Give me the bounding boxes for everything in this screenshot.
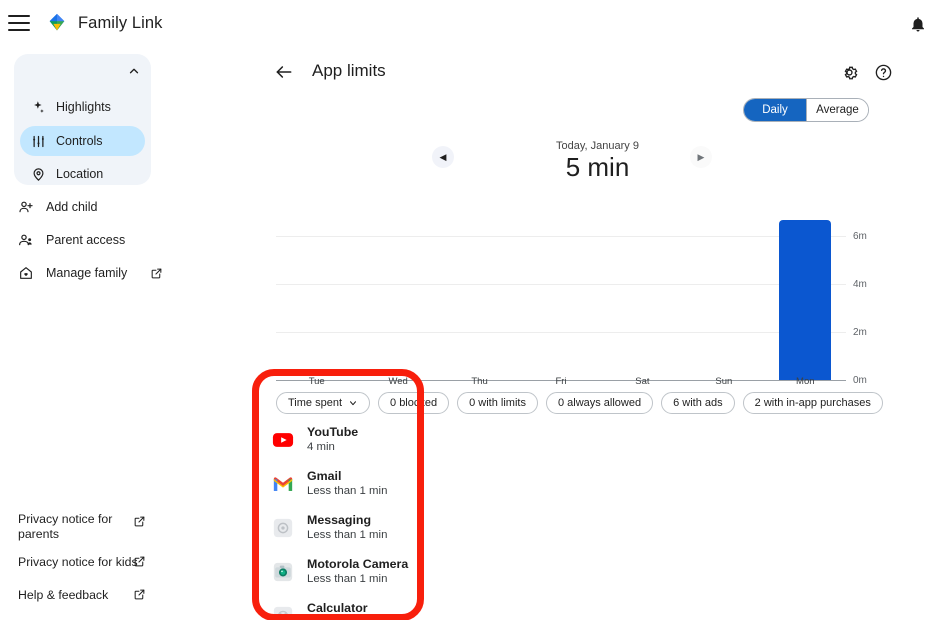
- open-in-new-icon: [133, 555, 146, 568]
- brand-title: Family Link: [78, 13, 163, 32]
- sidebar-link-help-feedback[interactable]: Help & feedback: [18, 588, 238, 603]
- sidebar: Highlights Controls Location Add child P…: [0, 46, 250, 620]
- help-circle-icon[interactable]: [874, 63, 893, 82]
- chip-with-limits[interactable]: 0 with limits: [457, 392, 538, 414]
- open-in-new-icon: [150, 267, 163, 280]
- app-usage-time: 4 min: [307, 440, 335, 453]
- app-list-item[interactable]: Messaging Less than 1 min: [272, 506, 440, 550]
- app-name: Messaging: [307, 513, 372, 528]
- chip-time-spent[interactable]: Time spent: [276, 392, 371, 414]
- x-tick-label: Tue: [308, 376, 325, 387]
- top-app-bar: Family Link: [0, 0, 945, 46]
- total-time-value: 5 min: [565, 152, 630, 182]
- chevron-down-icon: [348, 398, 358, 408]
- family-link-app-window: Family Link Highlights Controls Location…: [0, 0, 945, 620]
- x-tick-label: Sun: [715, 376, 733, 387]
- tune-sliders-icon: [30, 133, 46, 149]
- y-tick-label: 4m: [853, 279, 867, 290]
- page-title: App limits: [312, 61, 386, 80]
- app-usage-time: 0 min: [307, 616, 368, 620]
- sidebar-item-controls[interactable]: Controls: [20, 126, 145, 156]
- chip-blocked[interactable]: 0 blocked: [378, 392, 450, 414]
- location-pin-icon: [30, 166, 46, 182]
- sidebar-item-label: Highlights: [56, 100, 111, 114]
- sidebar-link-add-child[interactable]: Add child: [18, 194, 243, 220]
- app-list-item[interactable]: YouTube 4 min: [272, 418, 440, 462]
- gmail-icon: [272, 473, 294, 495]
- gridline-6m: [276, 236, 846, 237]
- y-tick-label: 6m: [853, 231, 867, 242]
- app-name: Calculator: [307, 601, 368, 616]
- hamburger-menu-icon[interactable]: [8, 15, 30, 31]
- sidebar-item-label: Controls: [56, 134, 103, 148]
- sidebar-link-label: Parent access: [46, 233, 126, 247]
- sidebar-link-manage-family[interactable]: Manage family: [18, 260, 243, 286]
- x-tick-label: Fri: [555, 376, 567, 387]
- gear-icon[interactable]: [840, 63, 859, 82]
- youtube-icon: [272, 429, 294, 451]
- x-tick-label: Sat: [635, 376, 650, 387]
- app-list-item[interactable]: Calculator0 min: [272, 594, 440, 620]
- open-in-new-icon: [133, 515, 146, 528]
- sidebar-link-label: Help & feedback: [18, 588, 109, 602]
- gridline-4m: [276, 284, 846, 285]
- messaging-icon: [272, 517, 294, 539]
- main-content: App limits Daily Average ◀ Today, Januar…: [250, 46, 945, 620]
- x-tick-label: Thu: [471, 376, 488, 387]
- family-home-icon: [18, 265, 34, 281]
- toggle-option-daily[interactable]: Daily: [744, 99, 806, 121]
- chevron-right-icon[interactable]: ▶: [690, 146, 712, 168]
- app-name: YouTube: [307, 425, 359, 440]
- y-tick-label: 0m: [853, 375, 867, 386]
- toggle-option-average[interactable]: Average: [806, 99, 868, 121]
- people-icon: [18, 232, 34, 248]
- family-link-diamond-logo: [46, 12, 68, 34]
- chip-in-app-purchases[interactable]: 2 with in-app purchases: [742, 392, 883, 414]
- sidebar-link-label: Privacy notice for kids: [18, 555, 138, 569]
- chip-label: Time spent: [288, 397, 343, 409]
- app-usage-time: Less than 1 min: [307, 528, 388, 541]
- sidebar-link-label: Add child: [46, 200, 98, 214]
- sidebar-link-parent-access[interactable]: Parent access: [18, 227, 243, 253]
- sidebar-nav-card: Highlights Controls Location: [14, 54, 151, 185]
- app-name: Gmail: [307, 469, 342, 484]
- sparkle-icon: [30, 99, 46, 115]
- chart-bar[interactable]: [779, 220, 832, 380]
- filter-chip-row: Time spent 0 blocked 0 with limits 0 alw…: [276, 392, 883, 414]
- sidebar-item-highlights[interactable]: Highlights: [20, 92, 145, 122]
- date-label: Today, January 9: [556, 140, 639, 152]
- back-arrow-icon[interactable]: [274, 62, 294, 82]
- app-usage-list: YouTube 4 min Gmail Less than 1 min Messagin…: [272, 418, 440, 620]
- calculator-icon: [272, 605, 294, 620]
- usage-bar-chart: 6m 4m 2m 0m Tue Wed Thu Fri Sat Sun Mon: [276, 188, 896, 387]
- main-header: App limits: [250, 46, 945, 92]
- app-name: Motorola Camera: [307, 557, 409, 572]
- x-tick-label: Wed: [388, 376, 408, 387]
- app-list-item[interactable]: Motorola Camera Less than 1 min: [272, 550, 440, 594]
- chip-with-ads[interactable]: 6 with ads: [661, 392, 735, 414]
- person-add-icon: [18, 199, 34, 215]
- view-mode-toggle[interactable]: Daily Average: [743, 98, 869, 122]
- camera-icon: [272, 561, 294, 583]
- sidebar-link-privacy-parents[interactable]: Privacy notice for parents: [18, 512, 238, 543]
- sidebar-link-privacy-kids[interactable]: Privacy notice for kids: [18, 555, 238, 570]
- x-tick-label: Mon: [796, 376, 815, 387]
- y-tick-label: 2m: [853, 327, 867, 338]
- open-in-new-icon: [133, 588, 146, 601]
- sidebar-item-label: Location: [56, 167, 104, 181]
- chip-always-allowed[interactable]: 0 always allowed: [545, 392, 654, 414]
- date-navigator: ◀ Today, January 9 5 min ▶: [250, 130, 945, 186]
- chevron-up-icon[interactable]: [123, 60, 145, 82]
- app-usage-time: Less than 1 min: [307, 484, 388, 497]
- bell-icon[interactable]: [909, 15, 927, 33]
- app-usage-time: Less than 1 min: [307, 572, 388, 585]
- app-list-item[interactable]: Gmail Less than 1 min: [272, 462, 440, 506]
- sidebar-link-label: Manage family: [46, 266, 128, 280]
- gridline-2m: [276, 332, 846, 333]
- sidebar-link-label: Privacy notice for parents: [18, 512, 113, 542]
- sidebar-item-location[interactable]: Location: [20, 159, 145, 189]
